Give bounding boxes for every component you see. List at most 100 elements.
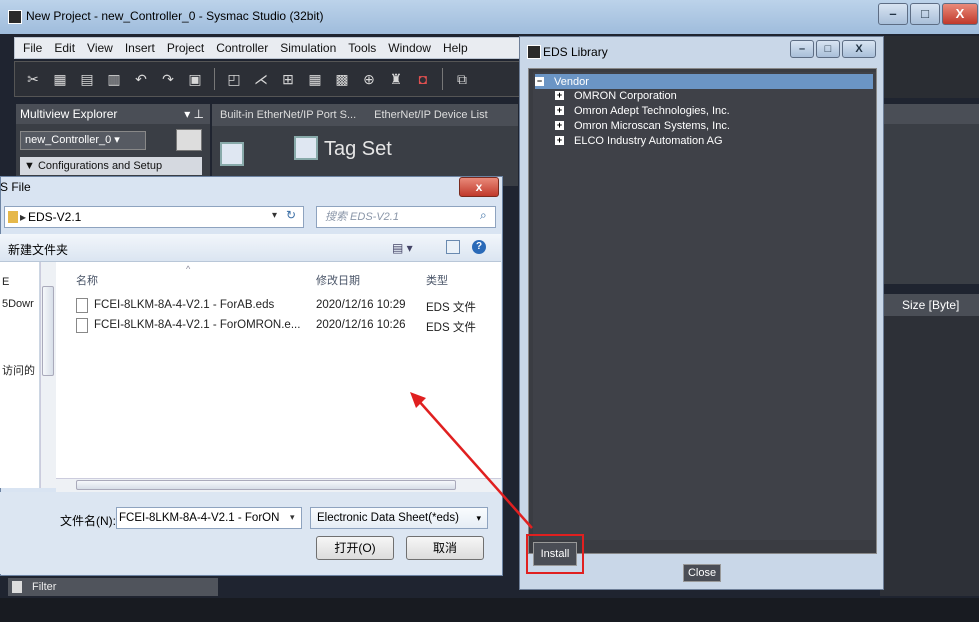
close-window-button[interactable]: X xyxy=(942,3,978,25)
tree-node-vendor-item[interactable]: + Omron Microscan Systems, Inc. xyxy=(555,118,730,133)
redo-icon[interactable]: ↷ xyxy=(160,71,176,88)
menu-window[interactable]: Window xyxy=(388,41,431,55)
controller-status-icon[interactable] xyxy=(176,129,202,151)
grid-icon[interactable]: ▦ xyxy=(307,71,323,88)
search-icon[interactable]: ⌕ xyxy=(480,208,487,223)
new-folder-button[interactable]: 新建文件夹 xyxy=(8,241,68,258)
column-header-date[interactable]: 修改日期 xyxy=(316,272,360,288)
size-column-header: Size [Byte] xyxy=(880,294,979,316)
right-grid xyxy=(880,316,979,596)
maximize-button[interactable]: □ xyxy=(910,3,940,25)
expand-icon[interactable]: + xyxy=(555,121,564,130)
column-header-type[interactable]: 类型 xyxy=(426,272,448,288)
nav-scroll-thumb[interactable] xyxy=(42,286,54,376)
sort-indicator-icon: ^ xyxy=(186,264,191,274)
file-type: EDS 文件 xyxy=(426,302,476,314)
configurations-setup-node[interactable]: ▼ Configurations and Setup xyxy=(20,157,202,175)
menu-file[interactable]: File xyxy=(23,41,42,55)
multiview-header: Multiview Explorer ▾ ⊥ xyxy=(16,104,210,124)
menu-controller[interactable]: Controller xyxy=(216,41,268,55)
filename-label: 文件名(N): xyxy=(60,514,116,528)
eds-close-button[interactable]: Close xyxy=(683,564,721,582)
breadcrumb-path[interactable]: EDS-V2.1 xyxy=(28,210,81,224)
menu-help[interactable]: Help xyxy=(443,41,468,55)
file-list-area xyxy=(0,262,501,488)
menu-project[interactable]: Project xyxy=(167,41,204,55)
refresh-icon[interactable]: ↻ xyxy=(286,208,296,222)
paste-icon[interactable]: ▤ xyxy=(79,71,95,88)
eds-maximize-button[interactable]: □ xyxy=(816,40,840,58)
menu-view[interactable]: View xyxy=(87,41,113,55)
tab-builtin-ethernetip[interactable]: Built-in EtherNet/IP Port S... xyxy=(220,109,356,121)
eds-library-title: EDS Library xyxy=(543,45,608,59)
pin-icon[interactable]: ▾ ⊥ xyxy=(184,104,204,124)
address-dropdown-icon[interactable]: ▾ xyxy=(272,210,277,221)
cancel-button[interactable]: 取消 xyxy=(406,536,484,560)
filetype-select[interactable]: Electronic Data Sheet(*eds) ▾ xyxy=(310,507,488,529)
size-column-label: Size [Byte] xyxy=(902,298,960,312)
help-icon[interactable]: ? xyxy=(472,240,486,254)
tag-set-icon[interactable] xyxy=(294,136,318,160)
nav-item[interactable]: 5Dowr xyxy=(2,298,34,310)
toolbar-extension xyxy=(880,36,979,98)
file-row[interactable]: FCEI-8LKM-8A-4-V2.1 - ForOMRON.e... 2020… xyxy=(76,318,496,336)
tree-node-vendor-item[interactable]: + ELCO Industry Automation AG xyxy=(555,133,723,148)
eds-close-window-button[interactable]: X xyxy=(842,40,876,58)
filter-bar[interactable]: Filter xyxy=(8,578,218,596)
menu-insert[interactable]: Insert xyxy=(125,41,155,55)
binoculars-icon[interactable]: ♜ xyxy=(388,71,404,88)
expand-icon[interactable]: + xyxy=(555,106,564,115)
build-icon[interactable]: ▣ xyxy=(187,71,203,88)
filename-input[interactable]: FCEI-8LKM-8A-4-V2.1 - ForON xyxy=(116,507,302,529)
tree-node-vendor[interactable]: − Vendor xyxy=(535,74,873,89)
monitor-icon[interactable]: ⧉ xyxy=(454,71,470,88)
copy-icon[interactable]: ▦ xyxy=(52,71,68,88)
cross-reference-icon[interactable]: ⋌ xyxy=(253,71,269,88)
tab-ethernetip-device-list[interactable]: EtherNet/IP Device List xyxy=(374,109,488,121)
eds-library-logo-icon xyxy=(527,45,541,59)
tree-node-label: Vendor xyxy=(554,75,589,88)
file-row[interactable]: FCEI-8LKM-8A-4-V2.1 - ForAB.eds 2020/12/… xyxy=(76,298,496,316)
filetype-select-value: Electronic Data Sheet(*eds) xyxy=(317,512,459,524)
menu-tools[interactable]: Tools xyxy=(348,41,376,55)
search-input[interactable]: 搜索 EDS-V2.1 xyxy=(316,206,496,228)
expand-icon[interactable]: + xyxy=(555,91,564,100)
tree-node-label: OMRON Corporation xyxy=(574,89,677,102)
controller-selector[interactable]: new_Controller_0 ▾ xyxy=(20,131,146,150)
open-button[interactable]: 打开(O) xyxy=(316,536,394,560)
breadcrumb-arrow-icon: ▸ xyxy=(20,210,27,224)
file-list-hscroll-thumb[interactable] xyxy=(76,480,456,490)
file-dialog-close-button[interactable]: x xyxy=(459,177,499,197)
view-options-icon[interactable]: ▤ ▾ xyxy=(392,241,413,255)
controller-selector-value: new_Controller_0 xyxy=(25,134,112,146)
window-icon[interactable]: ◰ xyxy=(226,71,242,88)
menu-edit[interactable]: Edit xyxy=(54,41,75,55)
expand-icon[interactable]: + xyxy=(555,136,564,145)
compare-icon[interactable]: ⊞ xyxy=(280,71,296,88)
delete-icon[interactable]: ▥ xyxy=(106,71,122,88)
network-icon[interactable]: ⊕ xyxy=(361,71,377,88)
dialog-footer xyxy=(0,492,501,574)
column-header-name[interactable]: 名称 xyxy=(76,272,98,288)
file-icon xyxy=(76,298,88,313)
tag-icon[interactable] xyxy=(220,142,244,166)
nav-item[interactable]: 访问的 xyxy=(2,362,35,378)
chart-icon[interactable]: ▩ xyxy=(334,71,350,88)
nav-item[interactable]: E xyxy=(2,276,9,288)
alert-icon[interactable]: ◘ xyxy=(415,71,431,87)
tree-node-vendor-item[interactable]: + Omron Adept Technologies, Inc. xyxy=(555,103,730,118)
filename-dropdown-icon[interactable]: ▾ xyxy=(290,512,295,523)
preview-pane-icon[interactable] xyxy=(446,240,460,254)
cut-icon[interactable]: ✂ xyxy=(25,71,41,88)
undo-icon[interactable]: ↶ xyxy=(133,71,149,88)
tag-set-label: Tag Set xyxy=(324,138,392,160)
collapse-icon[interactable]: − xyxy=(535,77,544,86)
tree-node-vendor-item[interactable]: + OMRON Corporation xyxy=(555,88,677,103)
multiview-title: Multiview Explorer xyxy=(20,107,118,121)
filetype-dropdown-icon: ▾ xyxy=(476,513,481,523)
menu-simulation[interactable]: Simulation xyxy=(280,41,336,55)
eds-minimize-button[interactable]: – xyxy=(790,40,814,58)
tree-node-label: Omron Microscan Systems, Inc. xyxy=(574,119,730,132)
minimize-button[interactable]: – xyxy=(878,3,908,25)
dialog-command-bar xyxy=(0,234,501,262)
